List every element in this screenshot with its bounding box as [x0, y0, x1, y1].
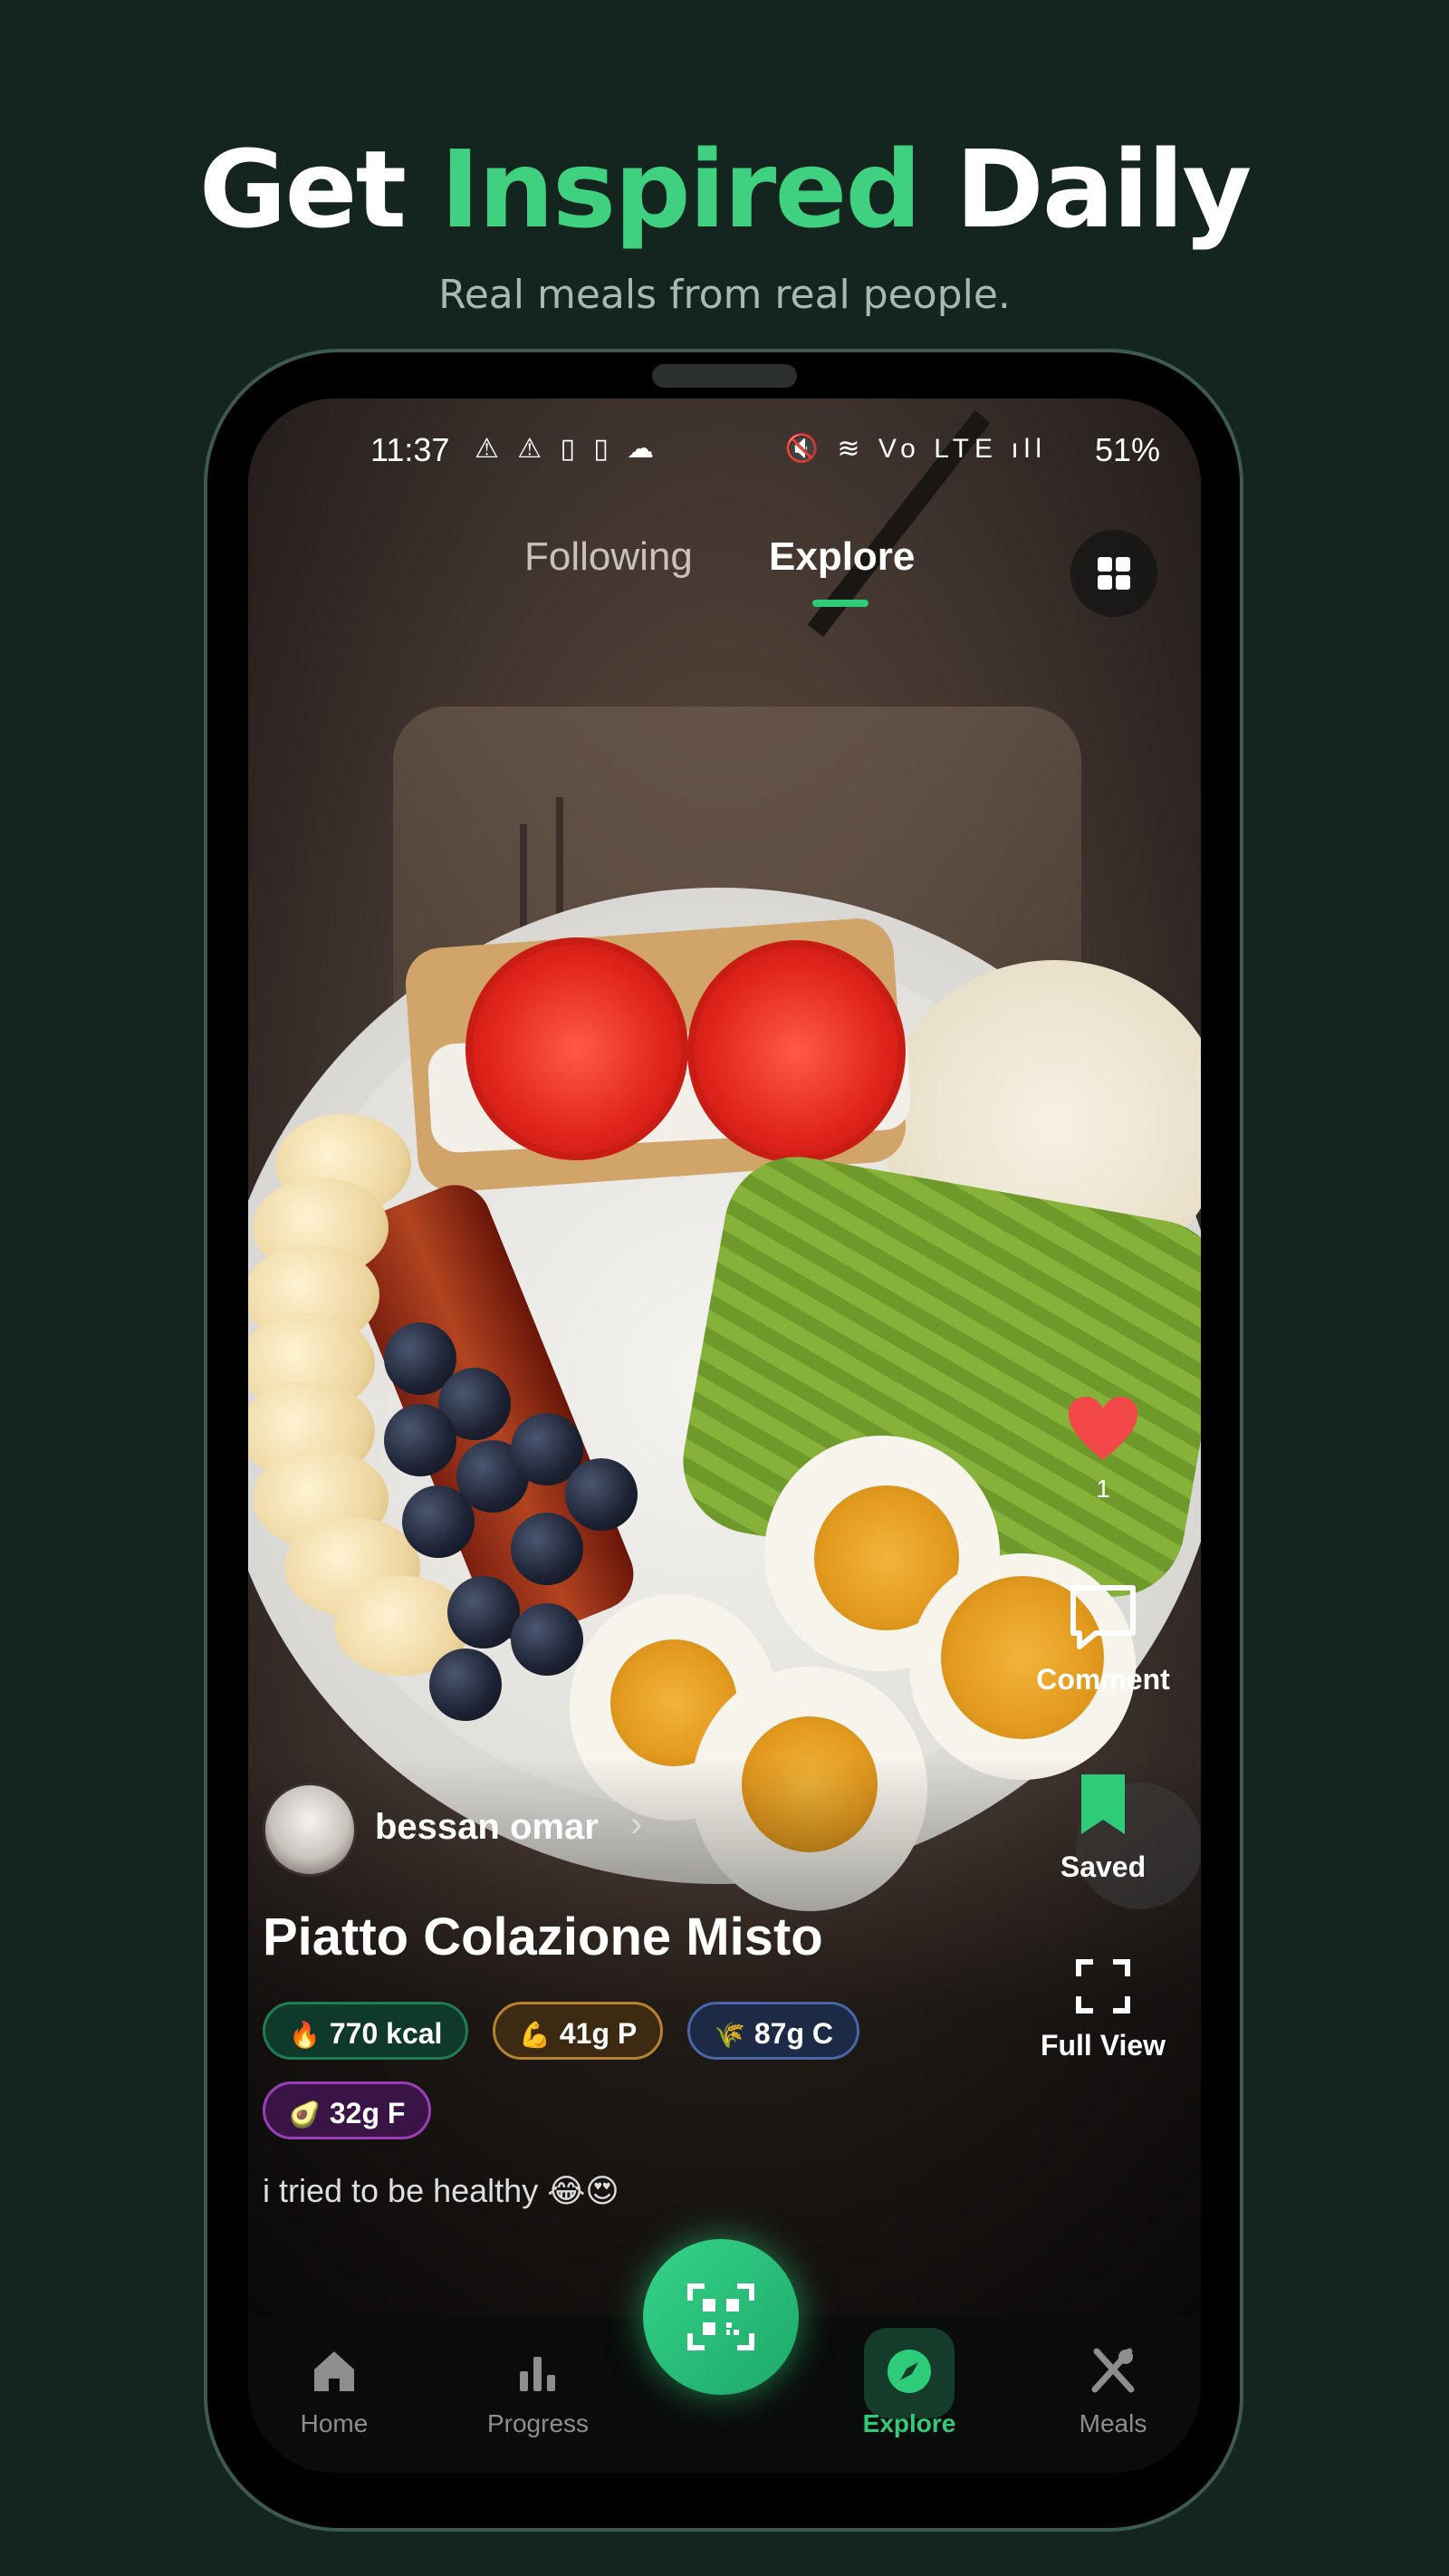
- fire-icon: 🔥: [289, 2021, 321, 2049]
- protein-chip: 💪 41g P: [493, 2002, 664, 2060]
- bar-chart-icon: [520, 2357, 555, 2391]
- avocado-icon: 🥑: [289, 2100, 321, 2129]
- battery-level: 51%: [1094, 431, 1160, 468]
- post-caption: i tried to be healthy 😂😍: [263, 2172, 619, 2209]
- full-view-button[interactable]: Full View: [1012, 1956, 1194, 2062]
- nav-home[interactable]: Home: [262, 2346, 407, 2438]
- nav-meals-label: Meals: [1079, 2409, 1147, 2437]
- headline: Get Inspired Daily: [0, 127, 1449, 252]
- expand-icon: [1076, 1959, 1130, 2014]
- saved-label: Saved: [1060, 1850, 1147, 1883]
- carbs-chip: 🌾 87g C: [687, 2002, 860, 2060]
- grain-icon: 🌾: [714, 2021, 745, 2049]
- protein-value: 41g P: [559, 2017, 638, 2050]
- fat-value: 32g F: [329, 2097, 406, 2129]
- muscle-icon: 💪: [519, 2021, 551, 2049]
- fat-chip: 🥑 32g F: [263, 2081, 432, 2139]
- nav-explore[interactable]: Explore: [837, 2346, 982, 2438]
- nav-progress[interactable]: Progress: [465, 2346, 610, 2438]
- photo-blueberry: [511, 1513, 583, 1585]
- grid-icon: [1098, 557, 1130, 590]
- photo-blueberry: [384, 1404, 456, 1476]
- status-time: 11:37: [370, 431, 450, 468]
- tab-explore[interactable]: Explore: [769, 534, 915, 580]
- photo-blueberry: [565, 1458, 638, 1531]
- nav-progress-label: Progress: [486, 2409, 590, 2437]
- photo-blueberry: [402, 1485, 475, 1558]
- headline-accent: Inspired: [440, 127, 922, 252]
- photo-fork: [556, 797, 563, 915]
- status-bar: 11:37 ⚠ ⚠ ▯ ▯ ☁ 🔇 ≋ Vo LTE ıll 51%: [248, 424, 1201, 478]
- like-count: 1: [1096, 1475, 1110, 1503]
- tab-following[interactable]: Following: [524, 534, 693, 580]
- home-icon: [314, 2351, 354, 2391]
- heart-icon: [1069, 1397, 1137, 1460]
- scan-meal-button[interactable]: [643, 2239, 799, 2395]
- nav-home-label: Home: [300, 2409, 369, 2437]
- save-button[interactable]: Saved: [1012, 1771, 1194, 1884]
- phone-screen: 11:37 ⚠ ⚠ ▯ ▯ ☁ 🔇 ≋ Vo LTE ıll 51% Follo…: [248, 399, 1201, 2473]
- photo-blueberry: [511, 1603, 583, 1676]
- carbs-value: 87g C: [753, 2017, 834, 2050]
- bookmark-icon: [1081, 1774, 1125, 1834]
- like-button[interactable]: 1: [1012, 1395, 1194, 1504]
- post-title: Piatto Colazione Misto: [263, 1908, 823, 1966]
- photo-tomato: [465, 937, 688, 1160]
- author-avatar[interactable]: [263, 1783, 357, 1877]
- calories-chip: 🔥 770 kcal: [263, 2002, 469, 2060]
- photo-blueberry: [447, 1576, 520, 1648]
- headline-part1: Get: [198, 127, 407, 252]
- nav-explore-label: Explore: [862, 2409, 956, 2437]
- qr-scan-icon: [687, 2283, 754, 2350]
- comment-icon: [1070, 1585, 1136, 1649]
- subline: Real meals from real people.: [438, 272, 1011, 318]
- full-view-label: Full View: [1040, 2029, 1166, 2062]
- chevron-right-icon[interactable]: ›: [630, 1804, 642, 1845]
- photo-fork: [520, 824, 527, 933]
- photo-blueberry: [429, 1648, 502, 1721]
- compass-icon: [888, 2350, 931, 2393]
- active-tab-indicator: [812, 600, 868, 607]
- comment-button[interactable]: Comment: [1012, 1583, 1194, 1697]
- calories-value: 770 kcal: [329, 2017, 443, 2050]
- nav-meals[interactable]: Meals: [1041, 2346, 1185, 2438]
- grid-view-button[interactable]: [1070, 530, 1157, 617]
- signal-icons: 🔇 ≋ Vo LTE ıll: [784, 434, 1047, 464]
- headline-part2: Daily: [955, 127, 1252, 252]
- author-name[interactable]: bessan omar: [375, 1807, 599, 1848]
- comment-label: Comment: [1036, 1663, 1170, 1696]
- utensils-icon: [1091, 2348, 1135, 2393]
- phone-speaker: [652, 364, 797, 388]
- notification-icons: ⚠ ⚠ ▯ ▯ ☁: [475, 434, 660, 464]
- photo-tomato: [687, 940, 906, 1163]
